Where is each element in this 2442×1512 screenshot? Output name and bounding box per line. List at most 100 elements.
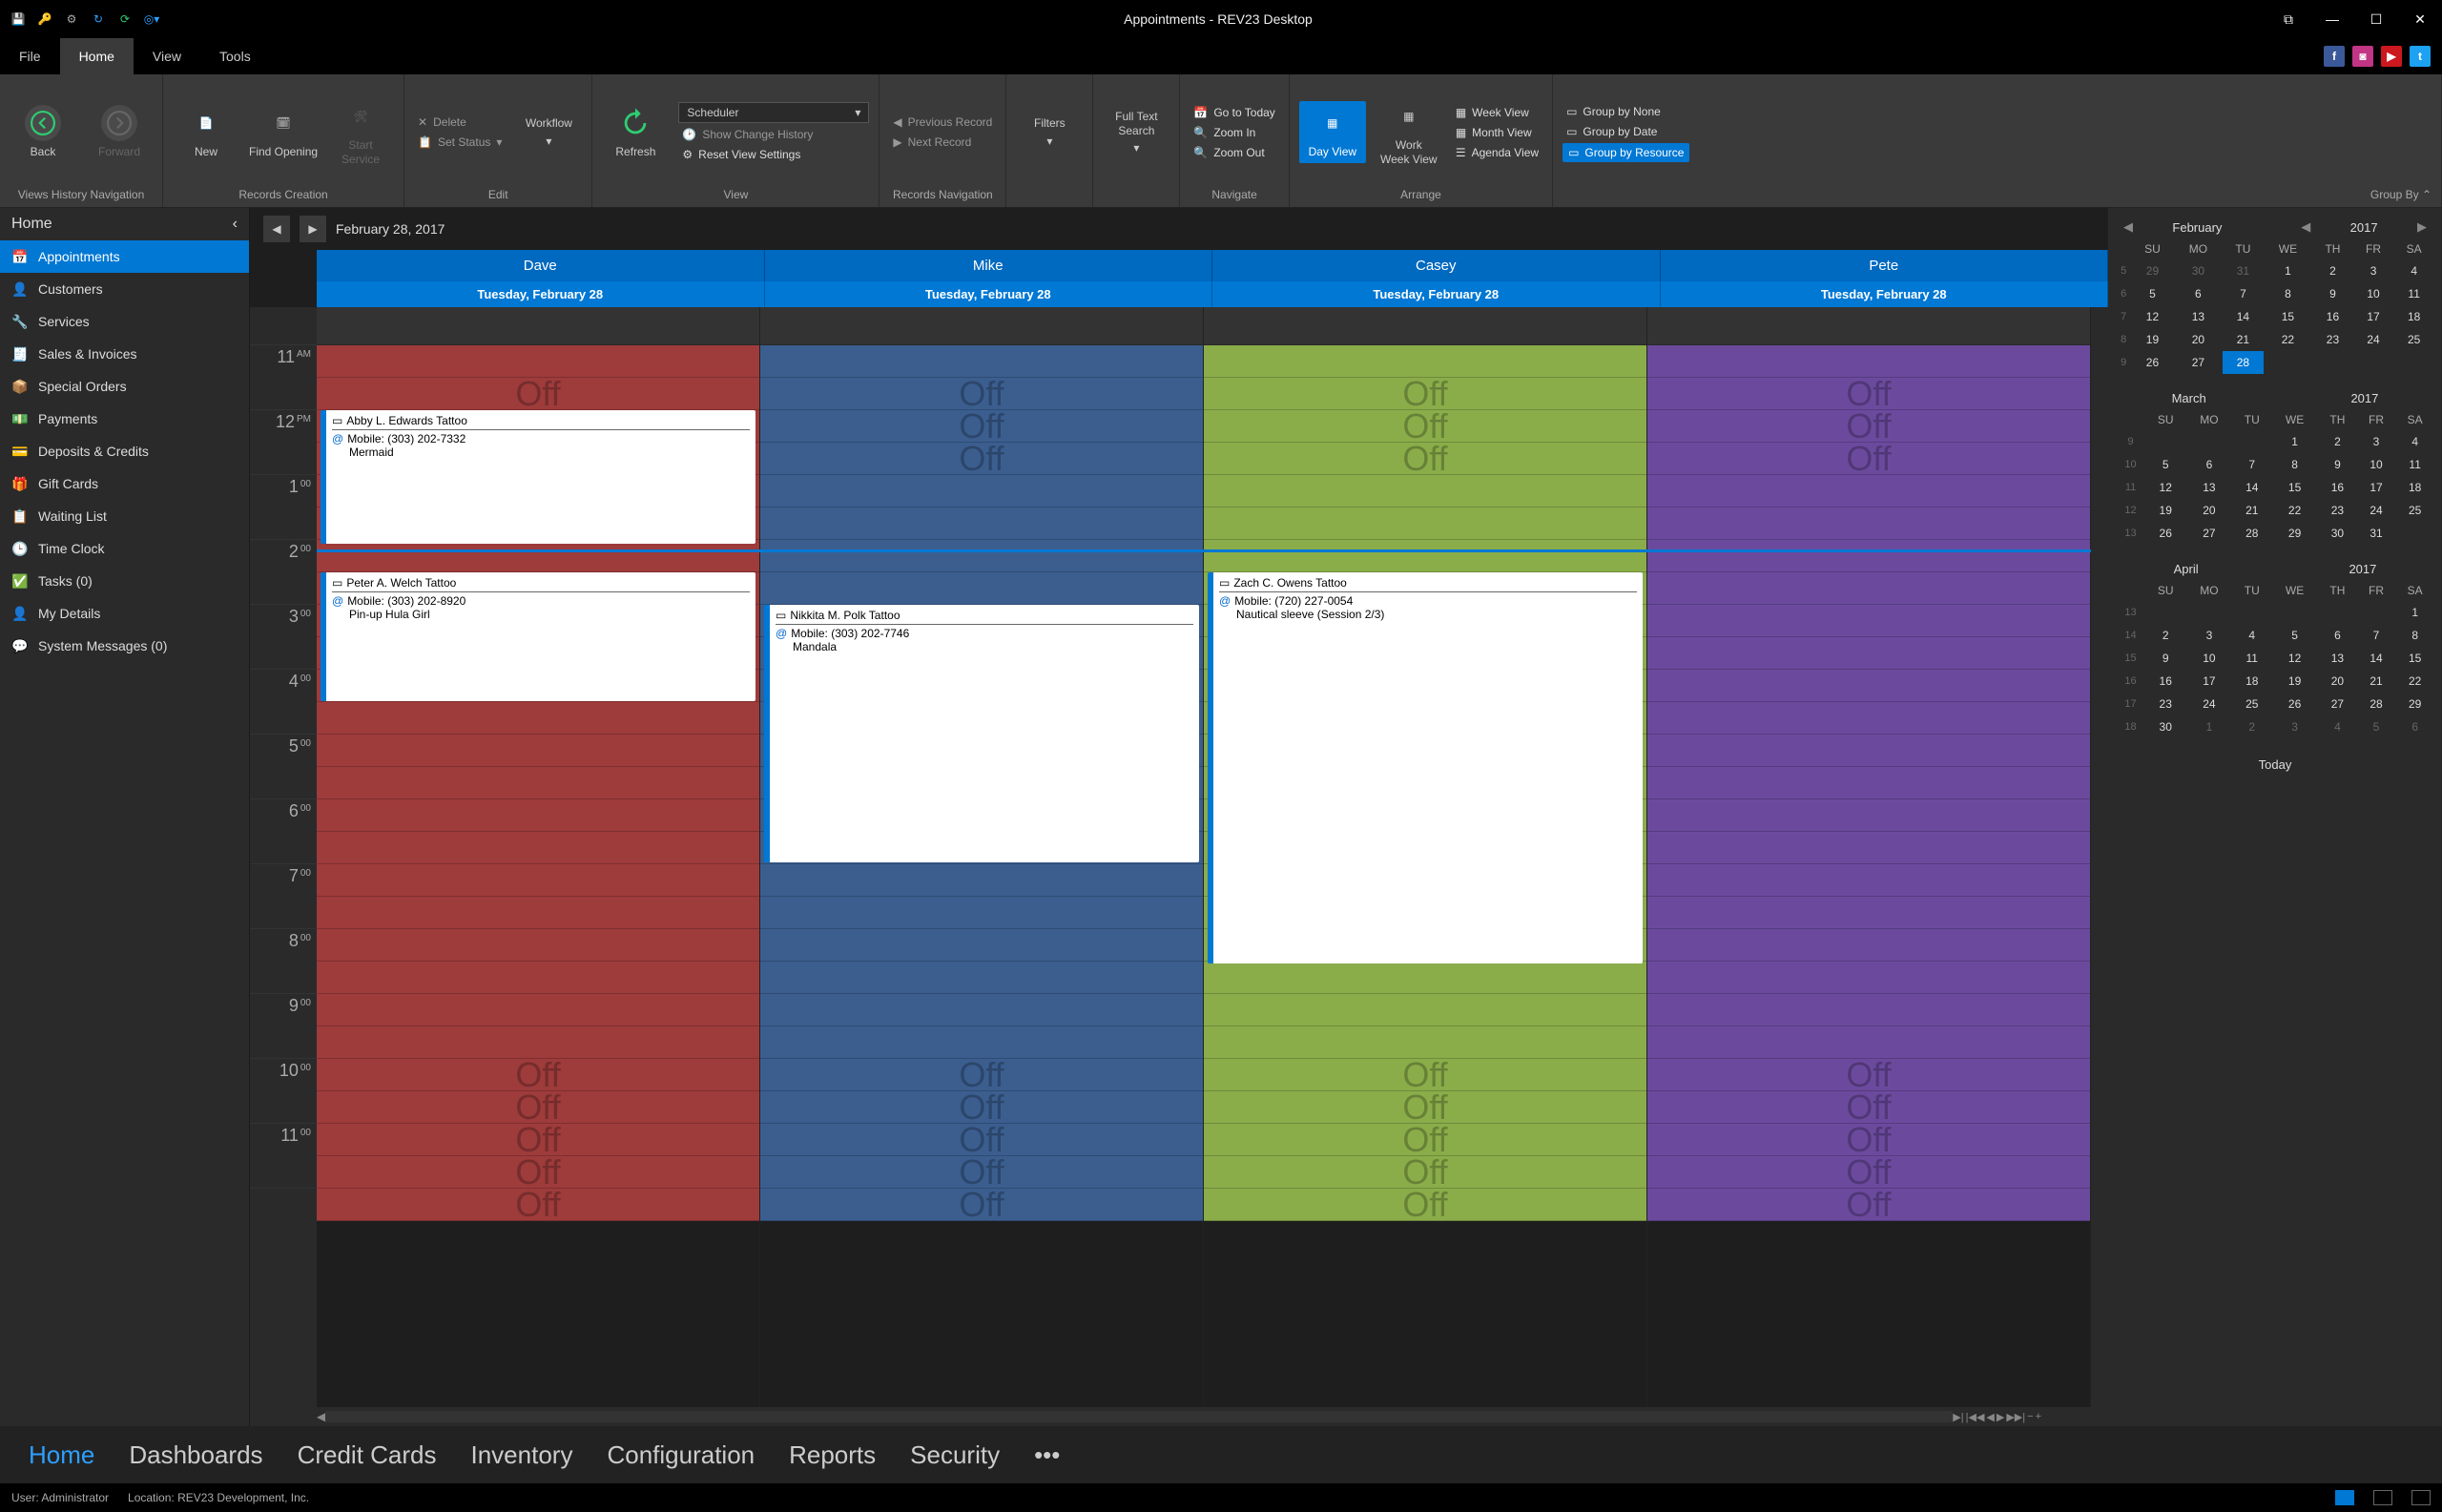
bottomnav-home[interactable]: Home <box>29 1440 94 1470</box>
calendar-day[interactable]: 10 <box>2185 647 2232 670</box>
calendar-day[interactable]: 2 <box>2312 259 2353 282</box>
calendar-day[interactable]: 3 <box>2185 624 2232 647</box>
agenda-view-button[interactable]: ☰Agenda View <box>1452 144 1542 161</box>
calendar-day[interactable]: 8 <box>2264 282 2312 305</box>
bottomnav-dashboards[interactable]: Dashboards <box>129 1440 262 1470</box>
calendar-day[interactable]: 17 <box>2357 476 2396 499</box>
calendar-day[interactable]: 6 <box>2395 715 2434 738</box>
bottomnav-inventory[interactable]: Inventory <box>471 1440 573 1470</box>
nav-next-page-icon[interactable]: ▶▶| <box>2006 1411 2025 1423</box>
calendar-day[interactable]: 22 <box>2271 499 2318 522</box>
calendar-day[interactable]: 10 <box>2357 453 2396 476</box>
status-layout1-icon[interactable] <box>2335 1490 2354 1505</box>
tab-home[interactable]: Home <box>60 38 134 74</box>
calendar-day[interactable]: 9 <box>2312 282 2353 305</box>
calendar-day[interactable]: 1 <box>2395 601 2434 624</box>
calendar-day[interactable]: 1 <box>2185 715 2232 738</box>
qat-settings-icon[interactable]: ⚙ <box>63 10 80 28</box>
calendar-day[interactable]: 29 <box>2271 522 2318 545</box>
calendar-day[interactable]: 29 <box>2131 259 2173 282</box>
calendar-day[interactable]: 4 <box>2318 715 2357 738</box>
calendar-day[interactable]: 15 <box>2264 305 2312 328</box>
scheduler-select[interactable]: Scheduler▾ <box>678 102 869 123</box>
resource-header-casey[interactable]: Casey <box>1212 250 1661 281</box>
calendar-day[interactable]: 2 <box>2232 715 2271 738</box>
calendar-day[interactable]: 1 <box>2264 259 2312 282</box>
calendar-day[interactable]: 4 <box>2232 624 2271 647</box>
nav-minus-icon[interactable]: − <box>2027 1411 2033 1423</box>
calendar-day[interactable]: 30 <box>2145 715 2185 738</box>
filters-button[interactable]: Filters ▾ <box>1016 116 1083 147</box>
calendar-day[interactable]: 3 <box>2357 430 2396 453</box>
nav-prev-icon[interactable]: ◀ <box>1986 1411 1994 1423</box>
nav-first-icon[interactable]: ▶| <box>1953 1411 1963 1423</box>
resource-header-dave[interactable]: Dave <box>317 250 765 281</box>
calendar-day[interactable]: 7 <box>2232 453 2271 476</box>
calendar-day[interactable]: 29 <box>2395 693 2434 715</box>
horizontal-scrollbar[interactable]: ◀ ▶| |◀◀ ◀ ▶ ▶▶| − + <box>250 1407 2108 1426</box>
sidebar-item-waiting-list[interactable]: 📋Waiting List <box>0 500 249 532</box>
facebook-icon[interactable]: f <box>2324 46 2345 67</box>
qat-target-icon[interactable]: ◎▾ <box>143 10 160 28</box>
appointment-dave2[interactable]: ▭Peter A. Welch Tattoo@Mobile: (303) 202… <box>321 572 755 701</box>
calendar-day[interactable]: 14 <box>2223 305 2264 328</box>
new-button[interactable]: 📄 New <box>173 105 239 158</box>
calendar-day[interactable]: 11 <box>2393 282 2434 305</box>
sidebar-item-special-orders[interactable]: 📦Special Orders <box>0 370 249 403</box>
calendar-day[interactable]: 19 <box>2131 328 2173 351</box>
calendar-day[interactable]: 14 <box>2357 647 2396 670</box>
workweek-view-button[interactable]: ▦ Work Week View <box>1376 98 1442 166</box>
collapse-ribbon-icon[interactable]: ⌃ <box>2422 188 2432 201</box>
resource-column-mike[interactable]: OffOffOffOffOffOffOffOff▭Nikkita M. Polk… <box>760 307 1204 1407</box>
calendar-day[interactable]: 2 <box>2145 624 2185 647</box>
calendar-day[interactable]: 23 <box>2318 499 2357 522</box>
qat-sync-icon[interactable]: ⟳ <box>116 10 134 28</box>
calendar-day[interactable]: 31 <box>2223 259 2264 282</box>
calendar-day[interactable]: 17 <box>2185 670 2232 693</box>
calendar-day[interactable]: 20 <box>2174 328 2223 351</box>
sidebar-item-time-clock[interactable]: 🕒Time Clock <box>0 532 249 565</box>
vertical-scrollbar[interactable] <box>2091 307 2108 1407</box>
calendar-day[interactable]: 24 <box>2185 693 2232 715</box>
bottomnav-reports[interactable]: Reports <box>789 1440 876 1470</box>
bottomnav-credit-cards[interactable]: Credit Cards <box>298 1440 437 1470</box>
nav-next-icon[interactable]: ▶ <box>1997 1411 2004 1423</box>
resource-header-pete[interactable]: Pete <box>1661 250 2109 281</box>
today-button[interactable]: Today <box>2116 752 2434 777</box>
calendar-day[interactable]: 22 <box>2395 670 2434 693</box>
groupby-none-button[interactable]: ▭Group by None <box>1562 103 1689 120</box>
calendar-day[interactable]: 11 <box>2395 453 2434 476</box>
groupby-resource-button[interactable]: ▭Group by Resource <box>1562 143 1689 162</box>
resource-column-pete[interactable]: OffOffOffOffOffOffOffOff <box>1647 307 2091 1407</box>
calendar-day[interactable]: 18 <box>2395 476 2434 499</box>
prev-month-icon[interactable]: ◀ <box>2123 219 2133 235</box>
calendar-day[interactable]: 23 <box>2145 693 2185 715</box>
calendar-day[interactable]: 8 <box>2395 624 2434 647</box>
youtube-icon[interactable]: ▶ <box>2381 46 2402 67</box>
bottomnav-configuration[interactable]: Configuration <box>607 1440 755 1470</box>
next-day-button[interactable]: ▶ <box>300 216 326 242</box>
calendar-day[interactable]: 9 <box>2145 647 2185 670</box>
qat-key-icon[interactable]: 🔑 <box>36 10 53 28</box>
window-maximize-icon[interactable]: ☐ <box>2354 0 2398 38</box>
find-opening-button[interactable]: 🗓 Find Opening <box>249 105 318 158</box>
sidebar-item-payments[interactable]: 💵Payments <box>0 403 249 435</box>
status-layout2-icon[interactable] <box>2373 1490 2392 1505</box>
calendar-day[interactable]: 6 <box>2174 282 2223 305</box>
calendar-day[interactable]: 8 <box>2271 453 2318 476</box>
calendar-day[interactable]: 4 <box>2393 259 2434 282</box>
calendar-day[interactable]: 5 <box>2271 624 2318 647</box>
workflow-button[interactable]: Workflow ▾ <box>515 116 582 147</box>
qat-save-icon[interactable]: 💾 <box>10 10 27 28</box>
sidebar-item-system-messages-0-[interactable]: 💬System Messages (0) <box>0 630 249 662</box>
calendar-day[interactable]: 30 <box>2174 259 2223 282</box>
sidebar-item-sales-invoices[interactable]: 🧾Sales & Invoices <box>0 338 249 370</box>
calendar-day[interactable]: 5 <box>2145 453 2185 476</box>
window-restore-icon[interactable]: ⧉ <box>2266 0 2310 38</box>
calendar-day[interactable]: 1 <box>2271 430 2318 453</box>
calendar-day[interactable]: 16 <box>2145 670 2185 693</box>
calendar-day[interactable]: 2 <box>2318 430 2357 453</box>
calendar-day[interactable]: 4 <box>2395 430 2434 453</box>
calendar-day[interactable]: 26 <box>2271 693 2318 715</box>
sidebar-item-my-details[interactable]: 👤My Details <box>0 597 249 630</box>
